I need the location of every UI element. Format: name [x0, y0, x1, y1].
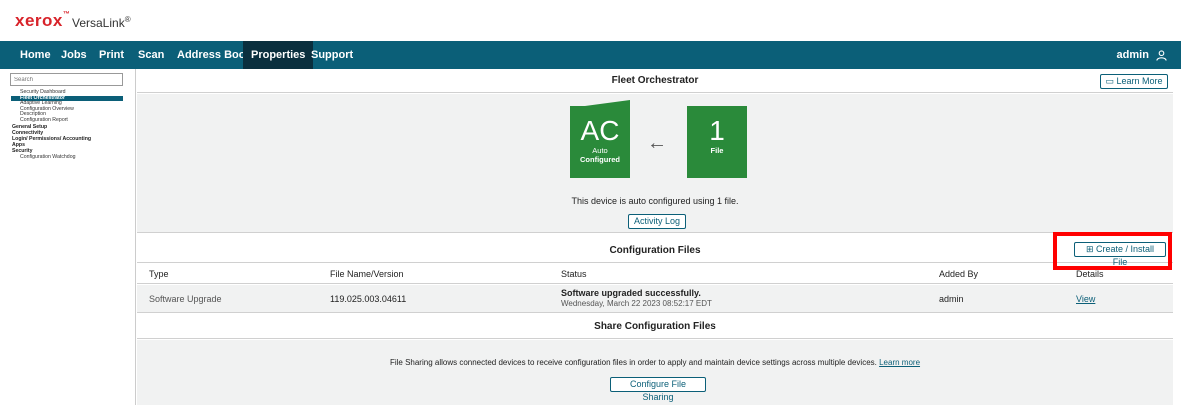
row-added-by: admin	[939, 294, 964, 304]
auto-configured-tile: AC Auto Configured	[570, 100, 630, 178]
main-content: Fleet Orchestrator ▭ Learn More AC Auto …	[137, 69, 1173, 405]
tile-fold	[570, 100, 630, 108]
product-name: VersaLink®	[72, 15, 131, 30]
logo-bar: xerox™ VersaLink®	[0, 0, 1181, 40]
left-arrow-icon: ←	[647, 132, 667, 154]
column-details: Details	[1076, 269, 1104, 279]
column-type: Type	[149, 269, 169, 279]
sidebar: Security Dashboard Fleet Orchestrator Ad…	[0, 69, 136, 405]
nav-print[interactable]: Print	[91, 41, 132, 69]
row-file-version: 119.025.003.04611	[330, 294, 407, 304]
auto-config-status: This device is auto configured using 1 f…	[571, 196, 739, 206]
fleet-panel: AC Auto Configured ← 1 File This device …	[137, 94, 1173, 233]
search-input[interactable]	[10, 73, 123, 86]
configure-file-sharing-button[interactable]: Configure File Sharing	[610, 377, 706, 402]
nav-jobs[interactable]: Jobs	[53, 41, 95, 69]
table-row: Software Upgrade 119.025.003.04611 Softw…	[137, 285, 1173, 313]
learn-more-button[interactable]: ▭ Learn More	[1100, 74, 1168, 89]
nav-support[interactable]: Support	[303, 41, 361, 69]
share-description: File Sharing allows connected devices to…	[389, 358, 921, 367]
xerox-logo: xerox™	[15, 11, 71, 30]
book-icon: ▭	[1105, 76, 1114, 86]
column-file-name: File Name/Version	[330, 269, 404, 279]
share-panel: File Sharing allows connected devices to…	[137, 340, 1173, 405]
user-name: admin	[1116, 49, 1149, 61]
nav-home[interactable]: Home	[12, 41, 59, 69]
fleet-orchestrator-title: Fleet Orchestrator	[137, 69, 1173, 93]
file-count-tile: 1 File	[687, 106, 747, 178]
activity-log-button[interactable]: Activity Log	[628, 214, 686, 229]
user-menu[interactable]: admin	[1117, 41, 1167, 69]
sidebar-list: Security Dashboard Fleet Orchestrator Ad…	[11, 89, 123, 161]
row-type: Software Upgrade	[149, 294, 222, 304]
user-icon	[1156, 49, 1167, 61]
nav-scan[interactable]: Scan	[130, 41, 172, 69]
sidebar-item-configuration-watchdog[interactable]: Configuration Watchdog	[11, 154, 123, 161]
share-learn-more-link[interactable]: Learn more	[879, 358, 920, 367]
row-status-date: Wednesday, March 22 2023 08:52:17 EDT	[561, 299, 712, 308]
configuration-files-title: Configuration Files	[137, 239, 1173, 263]
main-nav: Home Jobs Print Scan Address Book Proper…	[0, 41, 1181, 69]
config-table-header: Type File Name/Version Status Added By D…	[137, 264, 1173, 284]
highlight-box	[1053, 232, 1172, 270]
share-configuration-title: Share Configuration Files	[137, 315, 1173, 339]
column-added-by: Added By	[939, 269, 979, 279]
column-status: Status	[561, 269, 587, 279]
row-status-main: Software upgraded successfully.	[561, 288, 701, 298]
row-view-link[interactable]: View	[1076, 294, 1095, 304]
